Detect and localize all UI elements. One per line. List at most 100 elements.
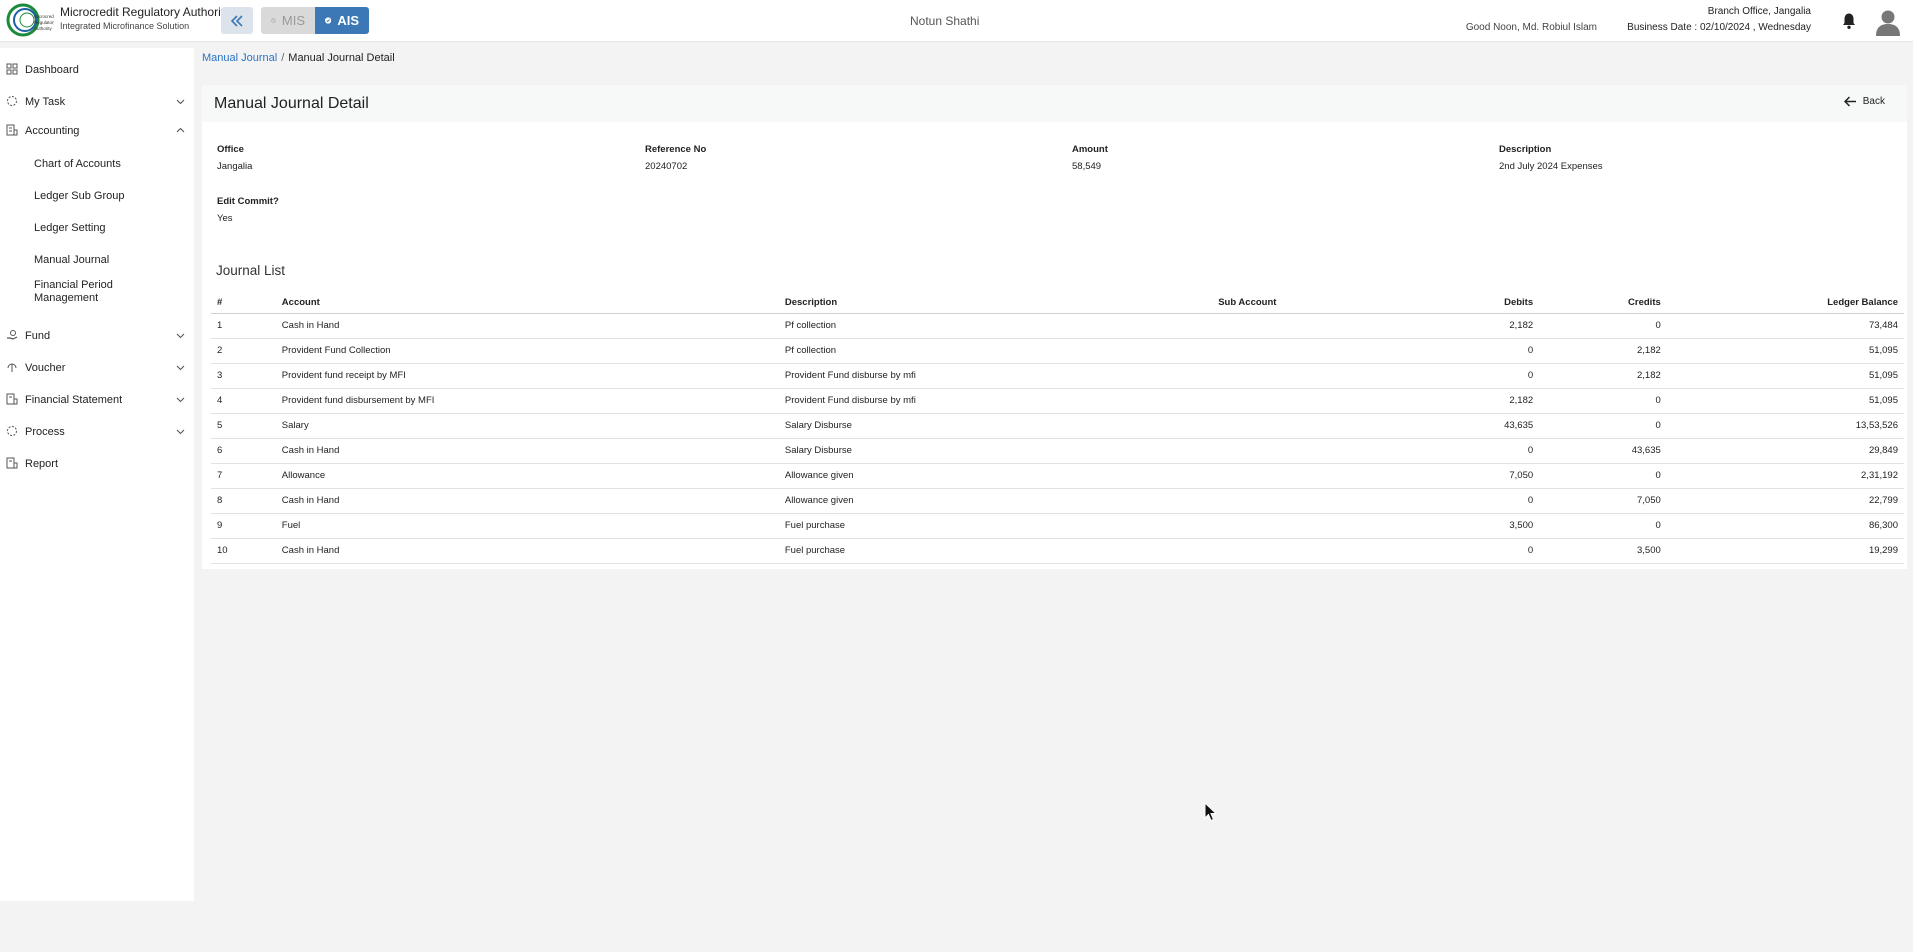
cell-debits: 2,182 [1411,313,1540,339]
cell-index: 7 [211,463,276,489]
table-row: 1 Cash in Hand Pf collection 2,182 0 73,484 [211,313,1904,339]
chevron-down-icon [176,333,185,339]
cell-account: Fuel [275,513,779,539]
edit-commit-value: Yes [217,213,233,224]
organization-name: Notun Shathi [910,14,980,28]
cell-credits: 2,182 [1539,363,1667,389]
table-row: 8 Cash in Hand Allowance given 0 7,050 22,799 [211,488,1904,514]
mode-ais-button[interactable]: AIS [315,7,369,34]
cell-balance: 22,799 [1666,488,1904,514]
cell-debits: 0 [1411,438,1540,464]
cell-balance: 51,095 [1666,388,1904,414]
sidebar-item-fund[interactable]: Fund [0,325,194,347]
sidebar-subitem-chart-of-accounts[interactable]: Chart of Accounts [34,158,184,171]
cell-balance: 51,095 [1666,338,1904,364]
field-office: Office Jangalia [217,144,252,172]
sidebar-item-dashboard[interactable]: Dashboard [0,59,194,81]
sidebar-item-process[interactable]: Process [0,421,194,443]
cell-index: 3 [211,363,276,389]
field-edit-commit: Edit Commit? Yes [217,196,279,224]
cell-index: 5 [211,413,276,439]
table-row: 7 Allowance Allowance given 7,050 0 2,31,192 [211,463,1904,489]
chevron-down-icon [176,99,185,105]
sidebar-subitem-financial-period[interactable]: Financial Period Management [34,279,144,305]
cell-debits: 0 [1411,338,1540,364]
sidebar-subitem-ledger-sub-group[interactable]: Ledger Sub Group [34,190,184,203]
sidebar-label-voucher: Voucher [25,362,66,374]
breadcrumb-link-manual-journal[interactable]: Manual Journal [202,52,277,64]
cell-credits: 0 [1539,413,1667,439]
mode-ais-label: AIS [337,13,359,28]
cell-description: Fuel purchase [778,513,1213,539]
sidebar-label-report: Report [25,458,59,470]
branch-name: Branch Office, Jangalia [1707,6,1811,17]
cell-description: Salary Disburse [778,438,1213,464]
cell-credits: 3,500 [1539,538,1667,564]
chevron-down-icon [176,429,185,435]
amount-value: 58,549 [1072,161,1102,172]
cell-debits: 2,182 [1411,388,1540,414]
cell-debits: 7,050 [1411,463,1540,489]
journal-list-title: Journal List [216,263,286,278]
sidebar-item-my-task[interactable]: My Task [0,91,194,113]
brand-title: Microcredit Regulatory Authority [60,5,231,19]
cell-sub-account [1212,463,1412,489]
sidebar-label-accounting: Accounting [25,125,80,137]
cell-credits: 2,182 [1539,338,1667,364]
cell-sub-account [1212,488,1412,514]
cell-debits: 0 [1411,363,1540,389]
cell-sub-account [1212,388,1412,414]
sidebar-item-report[interactable]: Report [0,453,194,475]
sidebar-collapse-button[interactable] [221,7,253,34]
col-credits: Credits [1539,293,1667,314]
sidebar-item-accounting[interactable]: Accounting [0,120,194,142]
cell-credits: 0 [1539,513,1667,539]
reference-value: 20240702 [645,161,688,172]
cell-credits: 43,635 [1539,438,1667,464]
svg-text:Regulatory: Regulatory [34,20,54,25]
report-icon [6,457,18,469]
user-avatar-icon[interactable] [1875,8,1901,36]
cell-sub-account [1212,513,1412,539]
chevron-up-icon [176,127,185,133]
mode-mis-button[interactable]: MIS [261,7,315,34]
journal-table: # Account Description Sub Account Debits… [211,293,1904,564]
col-index: # [211,293,276,314]
page-title: Manual Journal Detail [214,95,369,112]
task-icon [7,96,17,106]
grid-icon [6,63,18,75]
cell-description: Allowance given [778,488,1213,514]
bell-icon[interactable] [1841,12,1857,30]
mra-logo: Microcredit Regulatory Authority [6,3,54,37]
cell-description: Pf collection [778,338,1213,364]
journal-header-row: # Account Description Sub Account Debits… [211,293,1904,314]
sidebar-subitem-manual-journal[interactable]: Manual Journal [34,254,184,267]
chevron-down-icon [176,365,185,371]
sidebar-subitem-ledger-setting[interactable]: Ledger Setting [34,222,184,235]
cell-debits: 0 [1411,488,1540,514]
cell-sub-account [1212,338,1412,364]
cell-balance: 2,31,192 [1666,463,1904,489]
cell-balance: 19,299 [1666,538,1904,564]
business-date: Business Date : 02/10/2024 , Wednesday [1627,22,1811,33]
cell-index: 2 [211,338,276,364]
sidebar-item-financial-statement[interactable]: Financial Statement [0,389,194,411]
table-row: 2 Provident Fund Collection Pf collection 0… [211,338,1904,364]
check-circle-icon [325,17,332,24]
cell-debits: 0 [1411,538,1540,564]
chevron-down-icon [176,397,185,403]
svg-text:Authority: Authority [34,26,53,31]
back-button[interactable]: Back [1843,96,1885,107]
cell-sub-account [1212,413,1412,439]
breadcrumb-current: Manual Journal Detail [288,52,395,64]
cell-sub-account [1212,363,1412,389]
sidebar-label-financial-statement: Financial Statement [25,394,123,406]
description-label: Description [1499,144,1552,155]
sidebar-item-voucher[interactable]: Voucher [0,357,194,379]
mouse-cursor-icon [1204,802,1217,822]
col-debits: Debits [1411,293,1540,314]
ledger-icon [6,124,18,136]
cell-debits: 43,635 [1411,413,1540,439]
sidebar-label-process: Process [25,426,65,438]
office-value: Jangalia [217,161,253,172]
